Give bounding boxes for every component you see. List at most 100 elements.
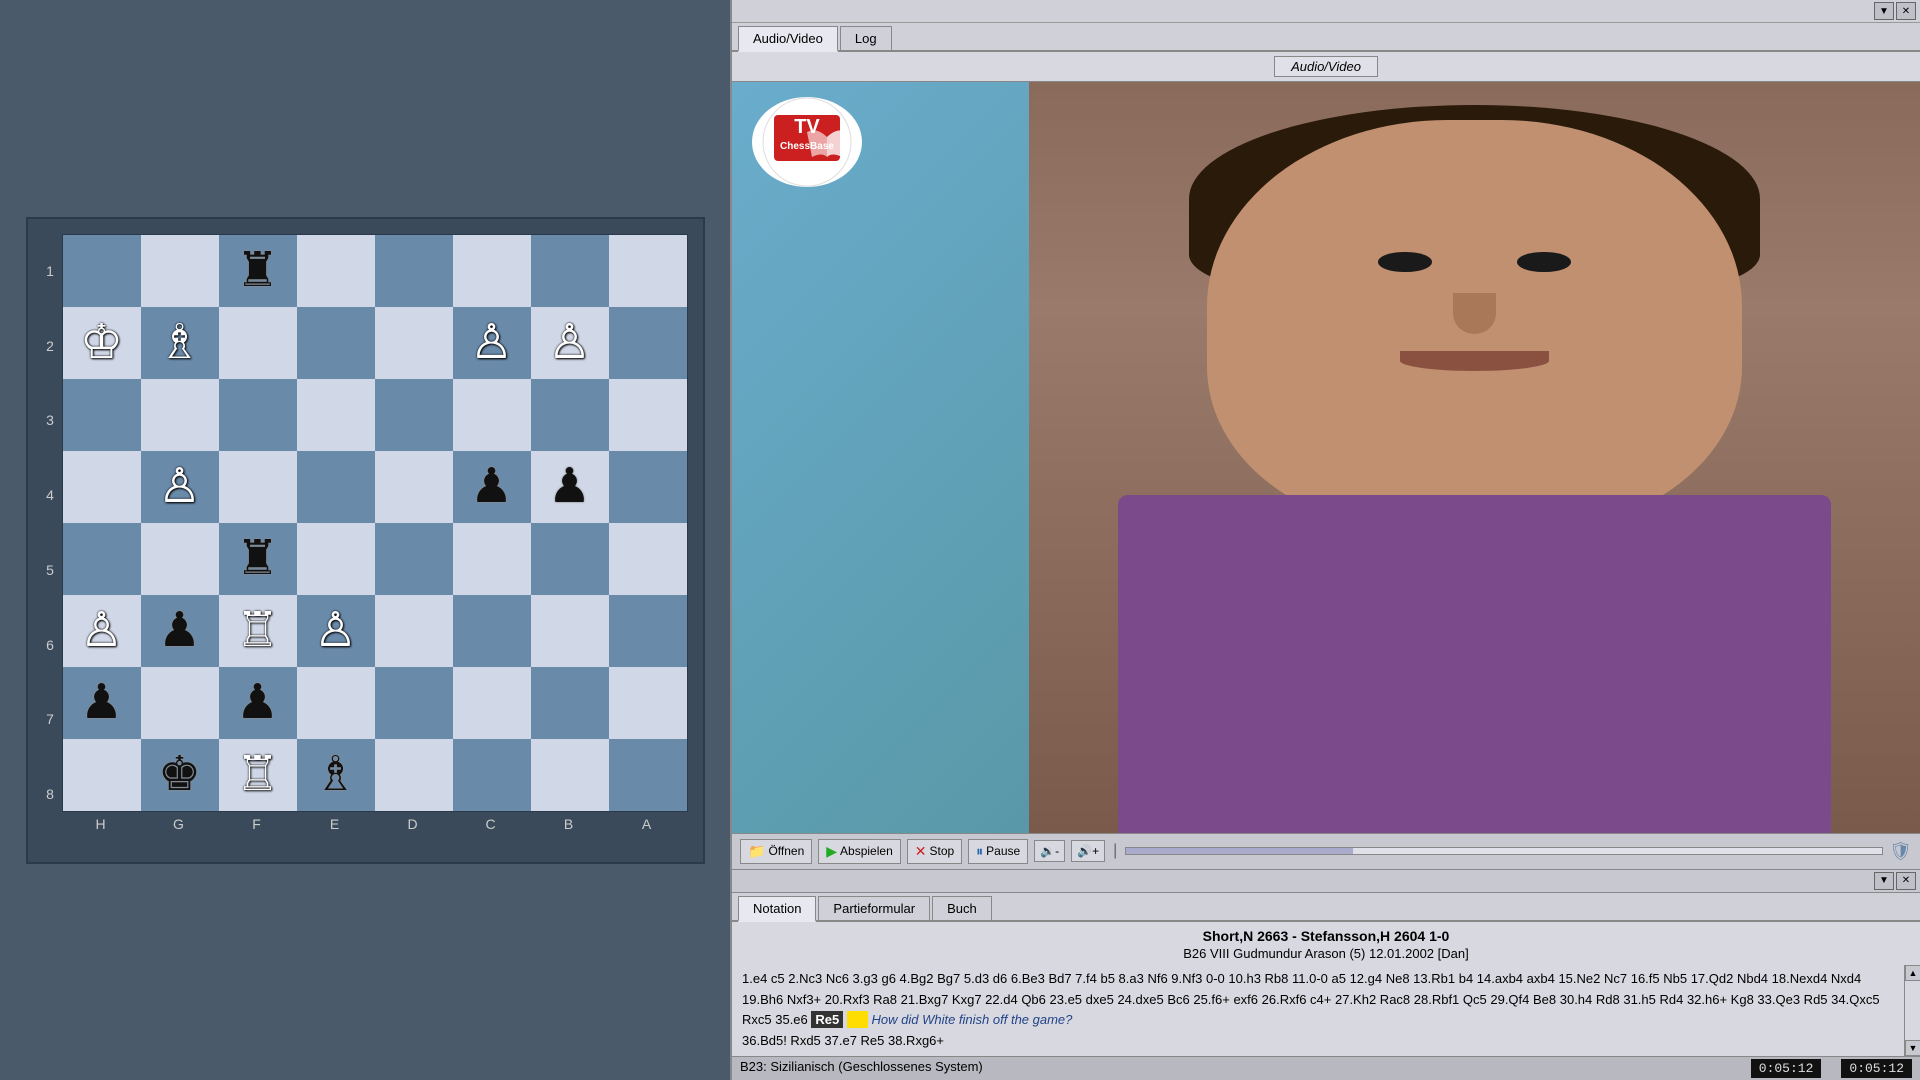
square-d3 [375,379,453,451]
volume-up-button[interactable]: 🔊 + [1071,840,1105,862]
bottom-close-button[interactable]: ✕ [1896,872,1916,890]
person-eye-left [1378,252,1431,273]
square-h3 [63,379,141,451]
square-c1 [453,235,531,307]
square-a1 [609,235,687,307]
square-c2: ♙ [453,307,531,379]
square-a3 [609,379,687,451]
square-c6 [453,595,531,667]
square-d6 [375,595,453,667]
right-panel: ▼ ✕ Audio/Video Log Audio/Video TV Chess… [730,0,1920,1080]
square-e1 [297,235,375,307]
tab-notation[interactable]: Notation [738,896,816,922]
notation-end-text: 36.Bd5! Rxd5 37.e7 Re5 38.Rxg6+ [742,1033,944,1048]
col-label-c: C [452,816,530,832]
col-label-f: F [218,816,296,832]
square-b7 [531,667,609,739]
square-d5 [375,523,453,595]
time-box-1: 0:05:12 [1751,1059,1822,1078]
bottom-tabs: Notation Partieformular Buch [732,893,1920,922]
progress-bar[interactable] [1125,847,1883,855]
square-d4 [375,451,453,523]
square-h7: ♟ [63,667,141,739]
minimize-button[interactable]: ▼ [1874,2,1894,20]
notation-wrapper: 1.e4 c5 2.Nc3 Nc6 3.g3 g6 4.Bg2 Bg7 5.d3… [742,969,1910,1052]
row-labels: 1 2 3 4 5 6 7 8 [43,234,58,832]
game-info-line2: B26 VIII Gudmundur Arason (5) 12.01.2002… [732,946,1920,965]
tab-partieformular[interactable]: Partieformular [818,896,930,920]
square-h8 [63,739,141,811]
question-text: How did White finish off the game? [872,1012,1073,1027]
row-label-5: 5 [43,534,58,606]
square-d2 [375,307,453,379]
person-face [1029,82,1920,833]
row-label-7: 7 [43,683,58,755]
scroll-up-button[interactable]: ▲ [1905,965,1920,981]
chessbase-tv-logo: TV ChessBase [752,97,862,187]
square-d7 [375,667,453,739]
left-panel: 1 2 3 4 5 6 7 8 ♜ [0,0,730,1080]
video-area: TV ChessBase [732,82,1920,833]
square-h4 [63,451,141,523]
open-label: Öffnen [768,844,804,858]
progress-fill [1126,848,1353,854]
square-h1 [63,235,141,307]
pause-label: Pause [986,844,1020,858]
open-button[interactable]: 📁 Öffnen [740,839,812,864]
tab-buch[interactable]: Buch [932,896,992,920]
stop-button[interactable]: ✕ Stop [907,839,962,864]
square-g7 [141,667,219,739]
highlighted-move[interactable]: Re5 [811,1011,843,1028]
square-d8 [375,739,453,811]
person-video [1029,82,1920,833]
square-a2 [609,307,687,379]
square-g1 [141,235,219,307]
square-e8: ♗ [297,739,375,811]
scroll-track[interactable] [1905,981,1920,1040]
square-f4 [219,451,297,523]
scroll-down-button[interactable]: ▼ [1905,1040,1920,1056]
board-container: 1 2 3 4 5 6 7 8 ♜ [26,217,705,864]
notation-scrollbar[interactable]: ▲ ▼ [1904,965,1920,1056]
volume-up-icon: 🔊 [1077,844,1092,858]
bottom-status-bar: B23: Sizilianisch (Geschlossenes System)… [732,1056,1920,1080]
square-f3 [219,379,297,451]
tab-log[interactable]: Log [840,26,892,50]
square-a7 [609,667,687,739]
play-button[interactable]: ▶ Abspielen [818,839,901,864]
square-f5: ♜ [219,523,297,595]
square-f6: ♖ [219,595,297,667]
bottom-minimize-button[interactable]: ▼ [1874,872,1894,890]
square-g5 [141,523,219,595]
bottom-panel: ▼ ✕ Notation Partieformular Buch Short,N… [732,870,1920,1080]
separator: | [1113,842,1117,860]
top-tabs: Audio/Video Log [732,23,1920,52]
volume-down-button[interactable]: 🔉 - [1034,840,1065,862]
chess-board: ♜ ♔ ♗ ♙ ♙ [62,234,688,812]
col-label-h: H [62,816,140,832]
square-g2: ♗ [141,307,219,379]
tab-audio-video[interactable]: Audio/Video [738,26,838,52]
vol-minus-label: - [1055,844,1059,858]
square-h2: ♔ [63,307,141,379]
square-c4: ♟ [453,451,531,523]
time-box-2: 0:05:12 [1841,1059,1912,1078]
square-b4: ♟ [531,451,609,523]
pause-button[interactable]: ⏸ Pause [968,839,1028,864]
square-h6: ♙ [63,595,141,667]
pause-icon: ⏸ [976,843,983,860]
close-button[interactable]: ✕ [1896,2,1916,20]
col-label-d: D [374,816,452,832]
av-sub-button[interactable]: Audio/Video [1274,56,1378,77]
square-f7: ♟ [219,667,297,739]
square-a4 [609,451,687,523]
square-g6: ♟ [141,595,219,667]
square-e7 [297,667,375,739]
square-e3 [297,379,375,451]
square-b2: ♙ [531,307,609,379]
square-f8: ♖ [219,739,297,811]
open-icon: 📁 [748,843,765,860]
play-label: Abspielen [840,844,893,858]
volume-down-icon: 🔉 [1040,844,1055,858]
square-e6: ♙ [297,595,375,667]
